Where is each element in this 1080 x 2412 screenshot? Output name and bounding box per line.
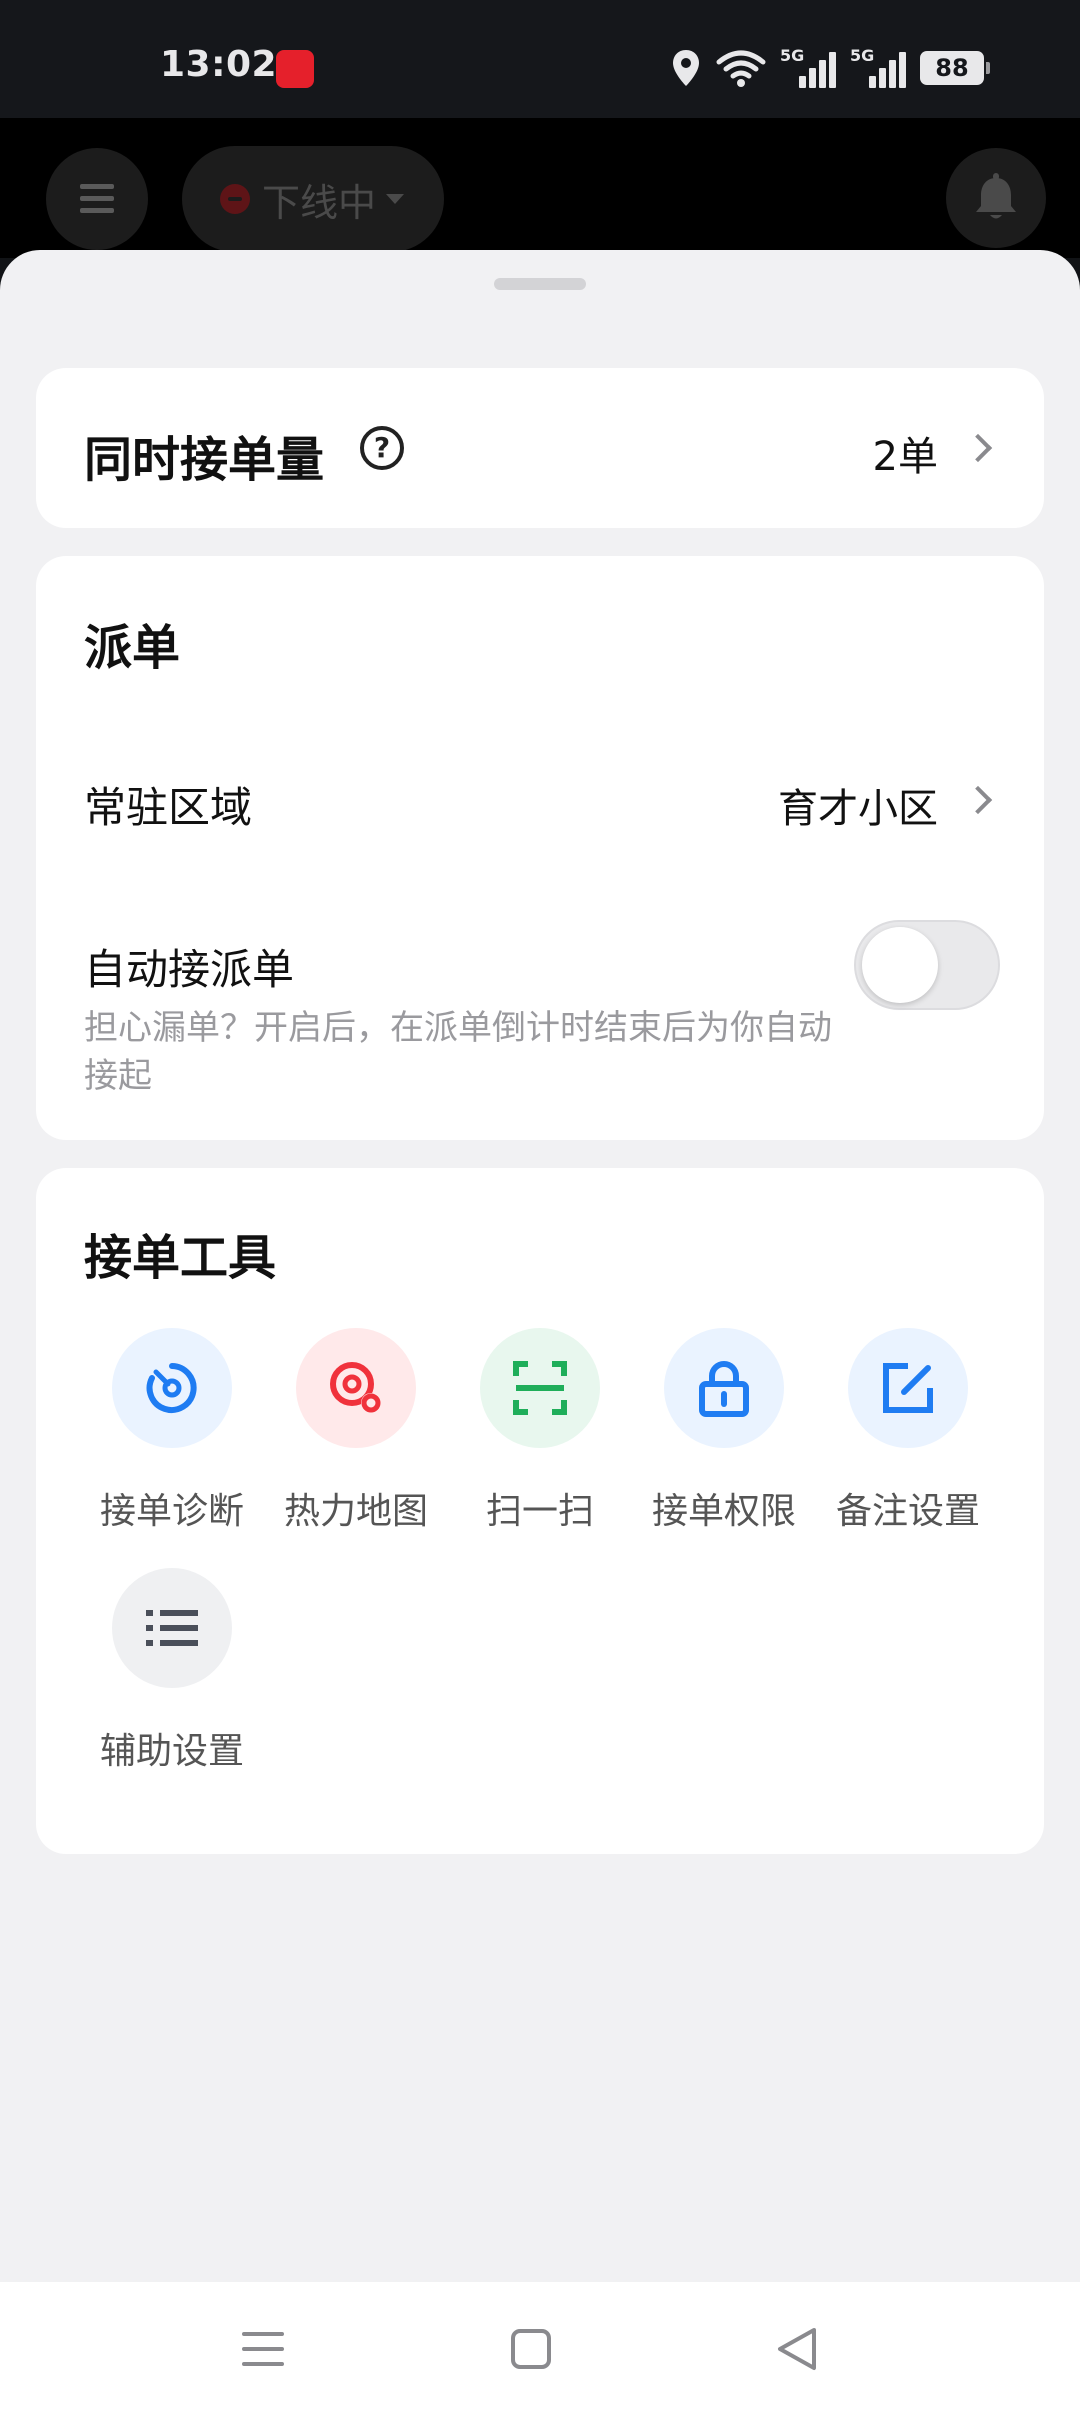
tool-label: 热力地图 <box>283 1491 428 1532</box>
settings-sheet: 同时接单量 ? 2单 派单 常驻区域 育才小区 自动接派单 担心漏单？开启后，在… <box>0 250 1080 2282</box>
diagnosis-icon <box>112 1328 232 1448</box>
resident-area-row[interactable]: 常驻区域 育才小区 <box>36 746 1044 850</box>
tool-scan[interactable]: 扫一扫 <box>448 1328 632 1558</box>
lock-icon <box>664 1328 784 1448</box>
scan-icon <box>480 1328 600 1448</box>
recent-apps-button[interactable] <box>218 2304 308 2394</box>
status-icons: 5G 5G 88 <box>670 46 990 90</box>
tool-label: 备注设置 <box>835 1491 980 1532</box>
tool-diagnosis[interactable]: 接单诊断 <box>80 1328 264 1558</box>
tool-label: 接单权限 <box>651 1491 796 1532</box>
menu-lines-icon <box>242 2332 284 2366</box>
system-navigation-bar <box>0 2282 1080 2412</box>
tool-label: 辅助设置 <box>99 1731 244 1772</box>
triangle-back-icon <box>778 2328 816 2370</box>
status-time: 13:02 <box>160 44 278 85</box>
help-icon[interactable]: ? <box>360 426 404 470</box>
list-icon <box>112 1568 232 1688</box>
status-bar: 13:02 5G 5G 88 <box>0 0 1080 118</box>
resident-area-label: 常驻区域 <box>84 783 253 832</box>
order-tools-card: 接单工具 接单诊断 热力地图 扫一扫 接单权限 备注设置 辅助设置 <box>36 1168 1044 1854</box>
offline-icon <box>220 184 250 214</box>
tool-label: 扫一扫 <box>485 1491 594 1532</box>
bell-icon <box>976 173 1016 219</box>
toggle-knob <box>862 927 938 1003</box>
note-edit-icon <box>848 1328 968 1448</box>
online-status-dropdown[interactable]: 下线中 <box>182 146 444 252</box>
sheet-grab-handle[interactable] <box>494 278 586 290</box>
auto-accept-toggle[interactable] <box>854 920 1000 1010</box>
concurrent-orders-title: 同时接单量 <box>84 432 325 488</box>
concurrent-orders-value: 2单 <box>872 434 938 480</box>
notification-button[interactable] <box>946 148 1046 248</box>
online-status-label: 下线中 <box>262 180 377 225</box>
caret-down-icon <box>386 194 405 204</box>
wifi-icon <box>716 50 766 87</box>
signal-5g-icon: 5G <box>780 46 836 90</box>
auto-accept-label: 自动接派单 <box>84 945 295 994</box>
square-icon <box>511 2329 551 2369</box>
app-header: 下线中 <box>0 118 1080 258</box>
signal-5g-icon: 5G <box>850 46 906 90</box>
tool-label: 接单诊断 <box>99 1491 244 1532</box>
dispatch-card: 派单 常驻区域 育才小区 自动接派单 担心漏单？开启后，在派单倒计时结束后为你自… <box>36 556 1044 1140</box>
tool-note-settings[interactable]: 备注设置 <box>816 1328 1000 1558</box>
location-icon <box>673 50 699 86</box>
heatmap-icon <box>296 1328 416 1448</box>
order-tools-title: 接单工具 <box>84 1230 277 1286</box>
home-button[interactable] <box>486 2304 576 2394</box>
resident-area-value: 育才小区 <box>778 786 938 832</box>
battery-indicator: 88 <box>920 51 990 85</box>
app-notification-icon <box>276 50 314 88</box>
concurrent-orders-row[interactable]: 同时接单量 ? 2单 <box>36 368 1044 528</box>
tool-permission[interactable]: 接单权限 <box>632 1328 816 1558</box>
tool-heatmap[interactable]: 热力地图 <box>264 1328 448 1558</box>
menu-button[interactable] <box>46 148 148 250</box>
chevron-right-icon <box>963 433 993 463</box>
back-button[interactable] <box>752 2304 842 2394</box>
tool-assist-settings[interactable]: 辅助设置 <box>80 1568 264 1798</box>
auto-accept-description: 担心漏单？开启后，在派单倒计时结束后为你自动接起 <box>84 1008 832 1096</box>
dispatch-title: 派单 <box>84 620 181 676</box>
chevron-right-icon <box>963 785 993 815</box>
